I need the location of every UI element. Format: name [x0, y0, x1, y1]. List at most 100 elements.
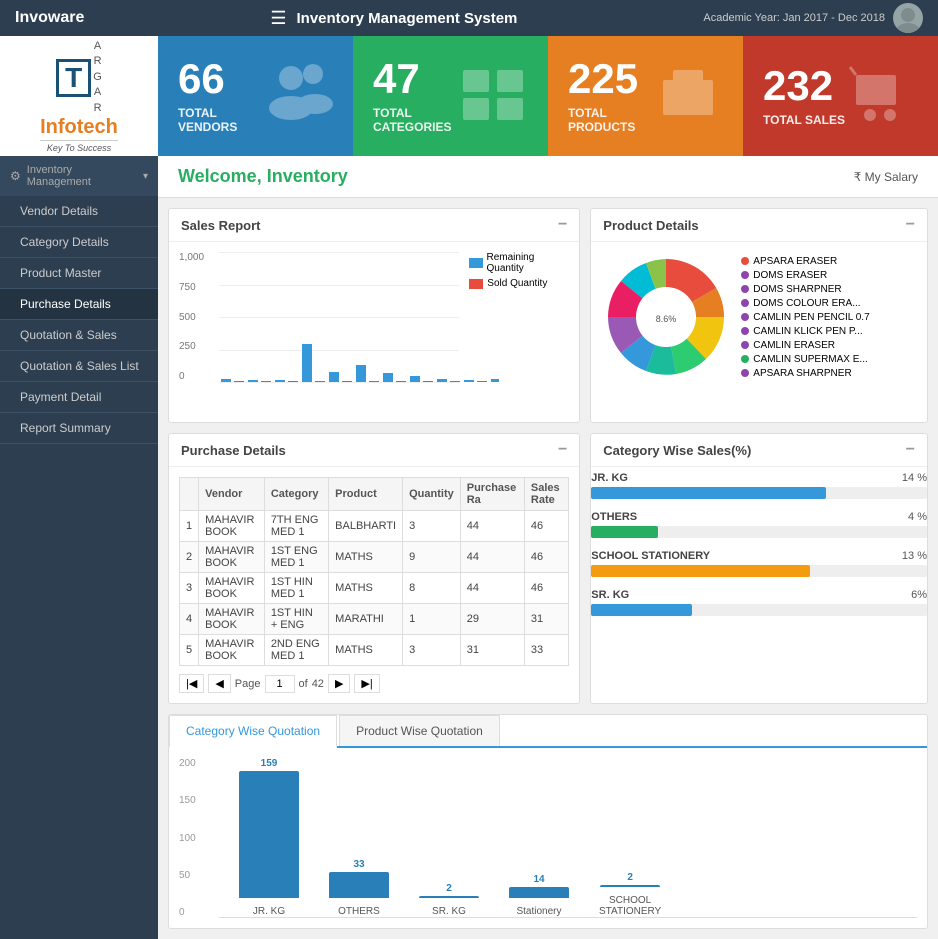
sales-report-title: Sales Report	[181, 218, 260, 233]
sidebar-item-quotation-sales-list[interactable]: Quotation & Sales List	[0, 351, 158, 382]
row-sales-rate: 33	[524, 635, 568, 666]
tab-category-wise[interactable]: Category Wise Quotation	[169, 715, 337, 748]
row-purchase-rate: 29	[460, 604, 524, 635]
row-sales-rate: 46	[524, 511, 568, 542]
page-input[interactable]	[265, 675, 295, 693]
first-page-btn[interactable]: |◀	[179, 674, 204, 693]
of-label: of	[299, 678, 308, 690]
quot-bar-value-jrkg: 159	[239, 758, 299, 769]
row-num: 5	[180, 635, 199, 666]
cat-bar-fill-srkg	[591, 604, 692, 616]
quot-bar-school-stationery: 2 SCHOOL STATIONERY	[599, 872, 661, 917]
hamburger-icon[interactable]: ☰	[270, 8, 286, 29]
stat-categories: 47 TOTAL CATEGORIES	[353, 36, 548, 156]
quot-bar-label-srkg: SR. KG	[432, 906, 466, 917]
quot-bar-jrkg: 159 JR. KG	[239, 758, 299, 917]
vendors-label: TOTAL VENDORS	[178, 106, 263, 134]
row-category: 7TH ENG MED 1	[264, 511, 328, 542]
page-label: Page	[235, 678, 261, 690]
grid-line	[219, 382, 459, 383]
quot-bar-fill-srkg	[419, 896, 479, 898]
col-quantity: Quantity	[403, 478, 461, 511]
sidebar-item-product-master[interactable]: Product Master	[0, 258, 158, 289]
row-sales-rate: 46	[524, 573, 568, 604]
pie-area: 8.6% APSARA ERASER	[601, 252, 917, 385]
row-product: MATHS	[329, 635, 403, 666]
quot-bar-others: 33 OTHERS	[329, 859, 389, 917]
row-quantity: 9	[403, 542, 461, 573]
cat-header-jrkg: JR. KG 14 %	[591, 472, 927, 484]
stat-sales: 232 TOTAL SALES	[743, 36, 938, 156]
sidebar: T ARGAR Infotech Key To Success ⚙ Invent…	[0, 36, 158, 939]
cat-row-jrkg: JR. KG 14 %	[591, 472, 927, 499]
sidebar-item-purchase-details[interactable]: Purchase Details	[0, 289, 158, 320]
purchase-details-minimize[interactable]: −	[558, 442, 567, 458]
products-label: TOTAL PRODUCTS	[568, 106, 653, 134]
categories-icon	[458, 65, 528, 128]
category-wise-sales-header: Category Wise Sales(%) −	[591, 434, 927, 467]
pie-legend-item: APSARA ERASER	[741, 256, 869, 267]
table-row: 2 MAHAVIR BOOK 1ST ENG MED 1 MATHS 9 44 …	[180, 542, 569, 573]
prev-page-btn[interactable]: ◀	[208, 674, 230, 693]
sales-icon	[848, 65, 918, 128]
sales-report-minimize[interactable]: −	[558, 217, 567, 233]
row-product: BALBHARTI	[329, 511, 403, 542]
nav-icon: ⚙	[10, 169, 21, 183]
product-details-header: Product Details −	[591, 209, 927, 242]
pie-legend-item: DOMS COLOUR ERA...	[741, 298, 869, 309]
quotation-chart: 200 150 100 50 0 159	[169, 748, 927, 928]
col-num	[180, 478, 199, 511]
last-page-btn[interactable]: ▶|	[354, 674, 379, 693]
product-details-minimize[interactable]: −	[906, 217, 915, 233]
row-sales-rate: 46	[524, 542, 568, 573]
pie-chart: 8.6%	[601, 252, 731, 385]
quot-bar-fill-stationery	[509, 887, 569, 898]
quot-bar-label-others: OTHERS	[338, 906, 380, 917]
welcome-bar: Welcome, Inventory ₹ My Salary	[158, 156, 938, 198]
quot-chart-wrapper: 200 150 100 50 0 159	[179, 758, 917, 918]
row-category: 1ST ENG MED 1	[264, 542, 328, 573]
products-icon	[653, 65, 723, 128]
cat-header-school-stationery: SCHOOL STATIONERY 13 %	[591, 550, 927, 562]
pie-legend-item: CAMLIN PEN PENCIL 0.7	[741, 312, 869, 323]
content-area: 66 TOTAL VENDORS 47 TOTAL CATEGORIES	[158, 36, 938, 939]
sidebar-item-payment-detail[interactable]: Payment Detail	[0, 382, 158, 413]
quot-bar-value-srkg: 2	[419, 883, 479, 894]
categories-label: TOTAL CATEGORIES	[373, 106, 458, 134]
categories-number: 47	[373, 58, 458, 100]
category-wise-sales-panel: Category Wise Sales(%) − JR. KG 14 %	[590, 433, 928, 704]
pie-legend-item: DOMS SHARPNER	[741, 284, 869, 295]
cat-header-srkg: SR. KG 6%	[591, 589, 927, 601]
row-product: MATHS	[329, 573, 403, 604]
table-row: 1 MAHAVIR BOOK 7TH ENG MED 1 BALBHARTI 3…	[180, 511, 569, 542]
next-page-btn[interactable]: ▶	[328, 674, 350, 693]
quot-bar-value-stationery: 14	[509, 874, 569, 885]
quot-bar-stationery: 14 Stationery	[509, 874, 569, 917]
row-purchase-rate: 44	[460, 542, 524, 573]
table-row: 5 MAHAVIR BOOK 2ND ENG MED 1 MATHS 3 31 …	[180, 635, 569, 666]
category-wise-sales-minimize[interactable]: −	[906, 442, 915, 458]
sales-report-header: Sales Report −	[169, 209, 579, 242]
quot-bar-srkg: 2 SR. KG	[419, 883, 479, 917]
tab-product-wise[interactable]: Product Wise Quotation	[339, 715, 500, 746]
my-salary-link[interactable]: ₹ My Salary	[854, 170, 918, 184]
pie-legend: APSARA ERASER DOMS ERASER DOMS SHARPNER	[741, 256, 869, 382]
nav-header[interactable]: ⚙ Inventory Management ▾	[0, 156, 158, 196]
quotation-tab-bar: Category Wise Quotation Product Wise Quo…	[169, 715, 927, 748]
sales-chart-svg	[219, 252, 499, 382]
row-purchase-rate: 44	[460, 511, 524, 542]
cat-row-others: OTHERS 4 %	[591, 511, 927, 538]
sidebar-item-report-summary[interactable]: Report Summary	[0, 413, 158, 444]
cat-bar-bg-jrkg	[591, 487, 927, 499]
quot-bar-value-others: 33	[329, 859, 389, 870]
row-category: 1ST HIN + ENG	[264, 604, 328, 635]
sidebar-item-vendor-details[interactable]: Vendor Details	[0, 196, 158, 227]
sidebar-item-category-details[interactable]: Category Details	[0, 227, 158, 258]
chart-main: 1,000 750 500 250 0	[179, 252, 459, 412]
cat-bar-fill-jrkg	[591, 487, 826, 499]
chart-area: 1,000 750 500 250 0	[179, 252, 459, 412]
academic-year: Academic Year: Jan 2017 - Dec 2018	[703, 12, 885, 24]
pie-svg: 8.6%	[601, 252, 731, 382]
sidebar-item-quotation-sales[interactable]: Quotation & Sales	[0, 320, 158, 351]
pie-legend-item: CAMLIN ERASER	[741, 340, 869, 351]
